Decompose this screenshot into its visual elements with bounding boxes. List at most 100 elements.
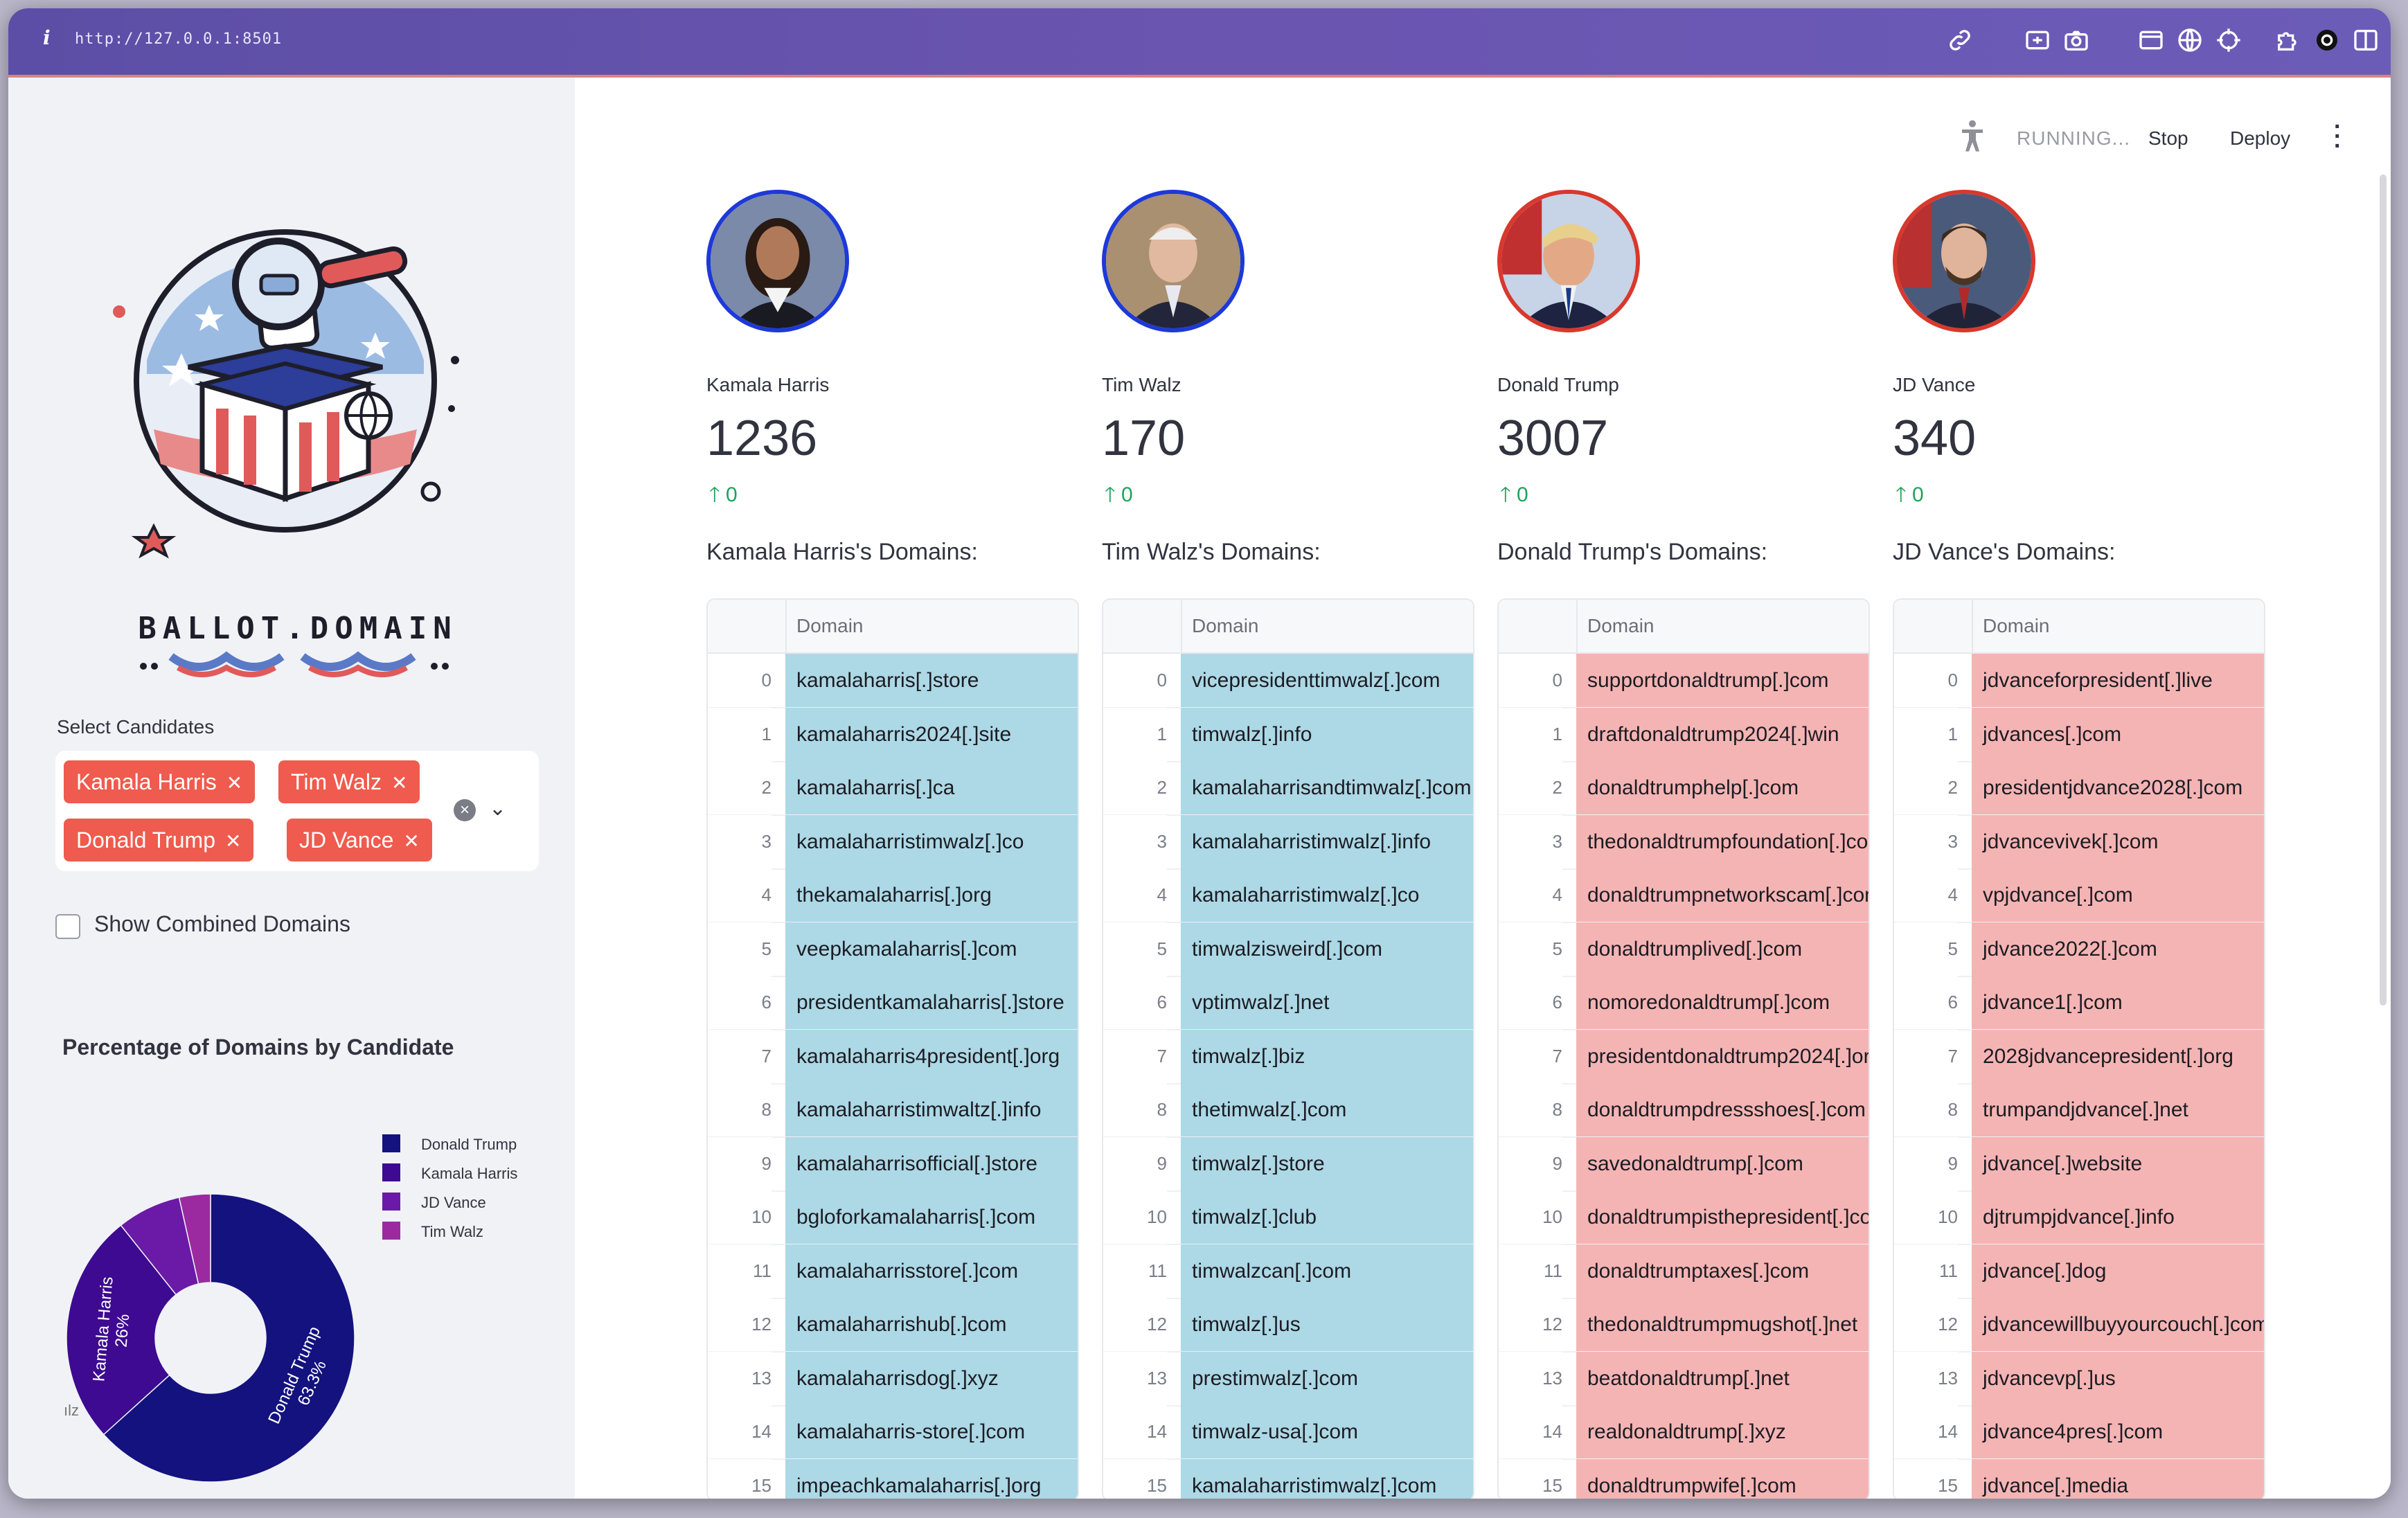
domain-cell[interactable]: timwalz[.]info bbox=[1181, 707, 1473, 761]
domain-cell[interactable]: jdvance[.]dog bbox=[1972, 1244, 2264, 1298]
table-row[interactable]: 14 jdvance4pres[.]com bbox=[1894, 1405, 2264, 1460]
domains-table-vance[interactable]: Domain 0 jdvanceforpresident[.]live 1 jdvan… bbox=[1893, 598, 2265, 1499]
domain-cell[interactable]: kamalaharrishub[.]com bbox=[785, 1298, 1078, 1351]
table-row[interactable]: 6 jdvance1[.]com bbox=[1894, 976, 2264, 1030]
remove-chip-icon[interactable]: ✕ bbox=[226, 772, 242, 794]
domain-cell[interactable]: donaldtrumpnetworkscam[.]com bbox=[1576, 868, 1869, 922]
table-row[interactable]: 9 savedonaldtrump[.]com bbox=[1499, 1136, 1869, 1192]
table-row[interactable]: 0 kamalaharris[.]store bbox=[708, 654, 1078, 708]
domain-cell[interactable]: kamalaharris-store[.]com bbox=[785, 1405, 1078, 1458]
table-row[interactable]: 4 donaldtrumpnetworkscam[.]com bbox=[1499, 868, 1869, 923]
domain-cell[interactable]: kamalaharris2024[.]site bbox=[785, 707, 1078, 761]
domain-cell[interactable]: jdvanceforpresident[.]live bbox=[1972, 654, 2264, 707]
table-row[interactable]: 12 kamalaharrishub[.]com bbox=[708, 1298, 1078, 1352]
domain-cell[interactable]: jdvancewillbuyyourcouch[.]com bbox=[1972, 1298, 2264, 1351]
table-row[interactable]: 5 jdvance2022[.]com bbox=[1894, 922, 2264, 977]
domain-cell[interactable]: draftdonaldtrump2024[.]win bbox=[1576, 707, 1869, 761]
domain-cell[interactable]: realdonaldtrump[.]xyz bbox=[1576, 1405, 1869, 1458]
table-row[interactable]: 4 vpjdvance[.]com bbox=[1894, 868, 2264, 923]
table-row[interactable]: 4 kamalaharristimwalz[.]co bbox=[1103, 868, 1473, 923]
table-row[interactable]: 1 jdvances[.]com bbox=[1894, 707, 2264, 762]
puzzle-icon[interactable] bbox=[2274, 26, 2302, 54]
domain-cell[interactable]: beatdonaldtrump[.]net bbox=[1576, 1351, 1869, 1405]
domain-cell[interactable]: jdvance4pres[.]com bbox=[1972, 1405, 2264, 1458]
domain-cell[interactable]: jdvance[.]website bbox=[1972, 1136, 2264, 1190]
sidebar-toggle-icon[interactable] bbox=[2352, 26, 2380, 54]
table-row[interactable]: 7 kamalaharris4president[.]org bbox=[708, 1029, 1078, 1084]
table-row[interactable]: 9 kamalaharrisofficial[.]store bbox=[708, 1136, 1078, 1192]
legend-swatch[interactable] bbox=[382, 1222, 400, 1240]
domain-cell[interactable]: djtrumpjdvance[.]info bbox=[1972, 1190, 2264, 1244]
table-row[interactable]: 6 nomoredonaldtrump[.]com bbox=[1499, 976, 1869, 1030]
table-row[interactable]: 8 kamalaharristimwaltz[.]info bbox=[708, 1083, 1078, 1138]
main-scrollbar[interactable] bbox=[2380, 175, 2387, 1006]
domain-cell[interactable]: kamalaharrisofficial[.]store bbox=[785, 1136, 1078, 1190]
table-row[interactable]: 13 beatdonaldtrump[.]net bbox=[1499, 1351, 1869, 1407]
clear-all-icon[interactable]: × bbox=[454, 799, 476, 821]
domain-cell[interactable]: vpjdvance[.]com bbox=[1972, 868, 2264, 922]
table-row[interactable]: 15 jdvance[.]media bbox=[1894, 1458, 2264, 1499]
table-row[interactable]: 8 thetimwalz[.]com bbox=[1103, 1083, 1473, 1138]
window-icon[interactable] bbox=[2137, 26, 2165, 54]
domain-cell[interactable]: jdvance2022[.]com bbox=[1972, 922, 2264, 976]
remove-chip-icon[interactable]: ✕ bbox=[225, 830, 241, 852]
domain-cell[interactable]: kamalaharrisdog[.]xyz bbox=[785, 1351, 1078, 1405]
domain-cell[interactable]: nomoredonaldtrump[.]com bbox=[1576, 976, 1869, 1029]
globe-icon[interactable] bbox=[2176, 26, 2204, 54]
domain-column-header[interactable]: Domain bbox=[1983, 615, 2049, 637]
domain-cell[interactable]: timwalz-usa[.]com bbox=[1181, 1405, 1473, 1458]
domain-cell[interactable]: thekamalaharris[.]org bbox=[785, 868, 1078, 922]
legend-label[interactable]: JD Vance bbox=[421, 1194, 486, 1211]
url-text[interactable]: http://127.0.0.1:8501 bbox=[75, 30, 282, 48]
domain-cell[interactable]: kamalaharristimwalz[.]info bbox=[1181, 814, 1473, 868]
domain-cell[interactable]: presidentdonaldtrump2024[.]org bbox=[1576, 1029, 1869, 1083]
table-row[interactable]: 11 timwalzcan[.]com bbox=[1103, 1244, 1473, 1299]
domain-cell[interactable]: thedonaldtrumpfoundation[.]com bbox=[1576, 814, 1869, 868]
domain-cell[interactable]: savedonaldtrump[.]com bbox=[1576, 1136, 1869, 1190]
domain-cell[interactable]: vicepresidenttimwalz[.]com bbox=[1181, 654, 1473, 707]
legend-label[interactable]: Tim Walz bbox=[421, 1223, 483, 1240]
table-row[interactable]: 4 thekamalaharris[.]org bbox=[708, 868, 1078, 923]
legend-swatch[interactable] bbox=[382, 1134, 400, 1152]
domain-cell[interactable]: thetimwalz[.]com bbox=[1181, 1083, 1473, 1136]
table-row[interactable]: 14 realdonaldtrump[.]xyz bbox=[1499, 1405, 1869, 1460]
info-icon[interactable]: i bbox=[43, 26, 51, 49]
domain-cell[interactable]: presidentjdvance2028[.]com bbox=[1972, 761, 2264, 814]
screenshot-icon[interactable] bbox=[2024, 26, 2051, 54]
table-row[interactable]: 9 jdvance[.]website bbox=[1894, 1136, 2264, 1192]
domain-cell[interactable]: timwalzcan[.]com bbox=[1181, 1244, 1473, 1298]
domain-cell[interactable]: donaldtrumphelp[.]com bbox=[1576, 761, 1869, 814]
table-row[interactable]: 3 jdvancevivek[.]com bbox=[1894, 814, 2264, 870]
chevron-down-icon[interactable]: ⌄ bbox=[489, 796, 506, 821]
domain-cell[interactable]: donaldtrumpdressshoes[.]com bbox=[1576, 1083, 1869, 1136]
main-menu-icon[interactable]: · · · bbox=[2334, 115, 2342, 158]
table-row[interactable]: 11 kamalaharrisstore[.]com bbox=[708, 1244, 1078, 1299]
legend-label[interactable]: Donald Trump bbox=[421, 1136, 517, 1153]
table-row[interactable]: 2 presidentjdvance2028[.]com bbox=[1894, 761, 2264, 816]
domain-cell[interactable]: jdvancevivek[.]com bbox=[1972, 814, 2264, 868]
domain-cell[interactable]: donaldtrumpwife[.]com bbox=[1576, 1458, 1869, 1499]
checkbox-box[interactable] bbox=[55, 914, 80, 939]
table-row[interactable]: 10 djtrumpjdvance[.]info bbox=[1894, 1190, 2264, 1245]
table-row[interactable]: 14 timwalz-usa[.]com bbox=[1103, 1405, 1473, 1460]
domains-table-walz[interactable]: Domain 0 vicepresidenttimwalz[.]com 1 timwa… bbox=[1102, 598, 1474, 1499]
table-row[interactable]: 5 veepkamalaharris[.]com bbox=[708, 922, 1078, 977]
camera-icon[interactable] bbox=[2062, 26, 2090, 54]
table-row[interactable]: 1 draftdonaldtrump2024[.]win bbox=[1499, 707, 1869, 762]
table-row[interactable]: 15 impeachkamalaharris[.]org bbox=[708, 1458, 1078, 1499]
domain-cell[interactable]: 2028jdvancepresident[.]org bbox=[1972, 1029, 2264, 1083]
domain-cell[interactable]: timwalz[.]club bbox=[1181, 1190, 1473, 1244]
table-row[interactable]: 12 thedonaldtrumpmugshot[.]net bbox=[1499, 1298, 1869, 1352]
domain-cell[interactable]: bgloforkamalaharris[.]com bbox=[785, 1190, 1078, 1244]
table-row[interactable]: 1 kamalaharris2024[.]site bbox=[708, 707, 1078, 762]
table-row[interactable]: 7 timwalz[.]biz bbox=[1103, 1029, 1473, 1084]
table-row[interactable]: 3 kamalaharristimwalz[.]co bbox=[708, 814, 1078, 870]
table-row[interactable]: 7 presidentdonaldtrump2024[.]org bbox=[1499, 1029, 1869, 1084]
chip-tim-walz[interactable]: Tim Walz ✕ bbox=[278, 760, 420, 803]
domains-table-harris[interactable]: Domain 0 kamalaharris[.]store 1 kamalaharri… bbox=[706, 598, 1079, 1499]
table-row[interactable]: 13 kamalaharrisdog[.]xyz bbox=[708, 1351, 1078, 1407]
table-row[interactable]: 2 kamalaharrisandtimwalz[.]com bbox=[1103, 761, 1473, 816]
table-row[interactable]: 14 kamalaharris-store[.]com bbox=[708, 1405, 1078, 1460]
table-row[interactable]: 0 vicepresidenttimwalz[.]com bbox=[1103, 654, 1473, 708]
domain-cell[interactable]: impeachkamalaharris[.]org bbox=[785, 1458, 1078, 1499]
